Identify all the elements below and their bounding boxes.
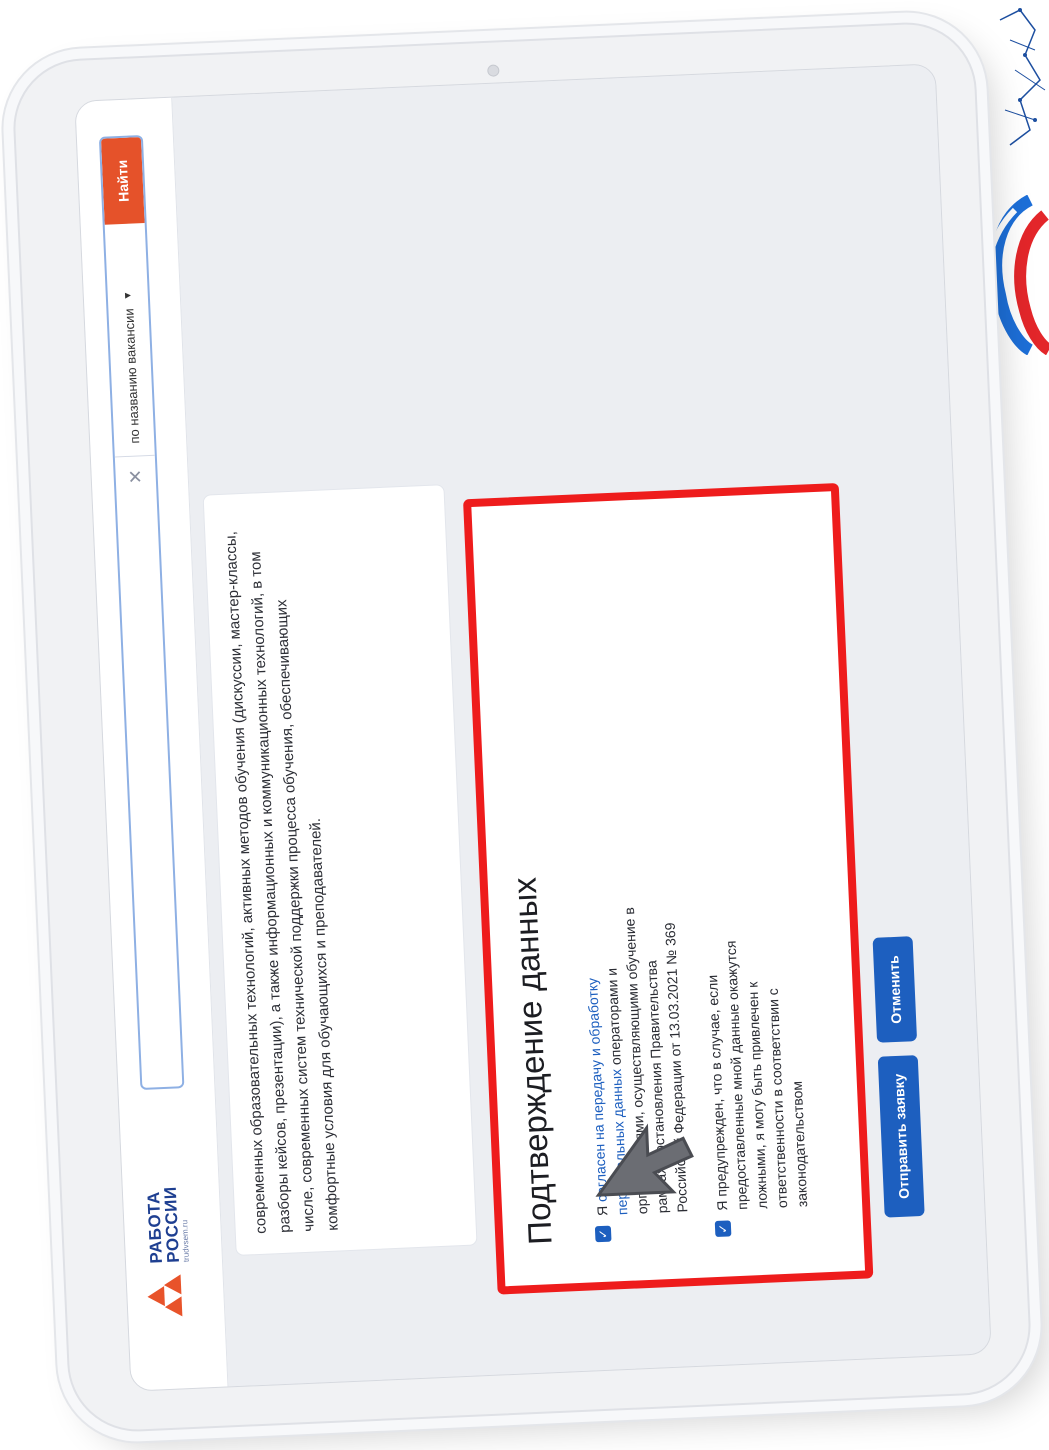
cursor-arrow-icon: [595, 1123, 694, 1197]
search-type-label: по названию вакансии: [120, 308, 142, 444]
logo-icon: [146, 1272, 194, 1320]
tablet-frame: РАБОТА РОССИИ trudvsem.ru ✕ по названию …: [10, 19, 1034, 1435]
chevron-down-icon: ▼: [122, 290, 134, 301]
search-bar: ✕ по названию вакансии ▼ Найти: [98, 134, 185, 1090]
logo-line2: РОССИИ: [160, 1186, 183, 1264]
submit-button[interactable]: Отправить заявку: [877, 1054, 925, 1218]
warning-text: Я предупрежден, что в случае, если предо…: [704, 940, 811, 1212]
consent-prefix: Я: [593, 1201, 611, 1217]
logo[interactable]: РАБОТА РОССИИ trudvsem.ru: [143, 1186, 195, 1320]
search-input[interactable]: [116, 495, 183, 1088]
consent-checkbox[interactable]: ✓: [594, 1225, 612, 1243]
decorative-map-icon: [999, 8, 1046, 146]
search-type-select[interactable]: по названию вакансии ▼: [104, 222, 155, 458]
button-row: Отправить заявку Отменить: [872, 936, 925, 1218]
page-title: Подтверждение данных: [505, 876, 559, 1246]
warning-checkbox[interactable]: ✓: [714, 1220, 732, 1238]
info-text: современных образовательных технологий, …: [222, 530, 342, 1235]
cancel-button[interactable]: Отменить: [872, 936, 918, 1043]
info-card: современных образовательных технологий, …: [202, 484, 478, 1256]
camera-icon: [487, 64, 500, 77]
screen: РАБОТА РОССИИ trudvsem.ru ✕ по названию …: [74, 63, 992, 1392]
page-content: РАБОТА РОССИИ trudvsem.ru ✕ по названию …: [75, 64, 991, 1391]
header: РАБОТА РОССИИ trudvsem.ru ✕ по названию …: [75, 97, 229, 1391]
close-icon[interactable]: ✕: [124, 456, 147, 497]
warning-checkbox-row[interactable]: ✓ Я предупрежден, что в случае, если пре…: [699, 897, 814, 1238]
search-button[interactable]: Найти: [100, 137, 145, 225]
logo-text: РАБОТА РОССИИ trudvsem.ru: [143, 1186, 190, 1264]
